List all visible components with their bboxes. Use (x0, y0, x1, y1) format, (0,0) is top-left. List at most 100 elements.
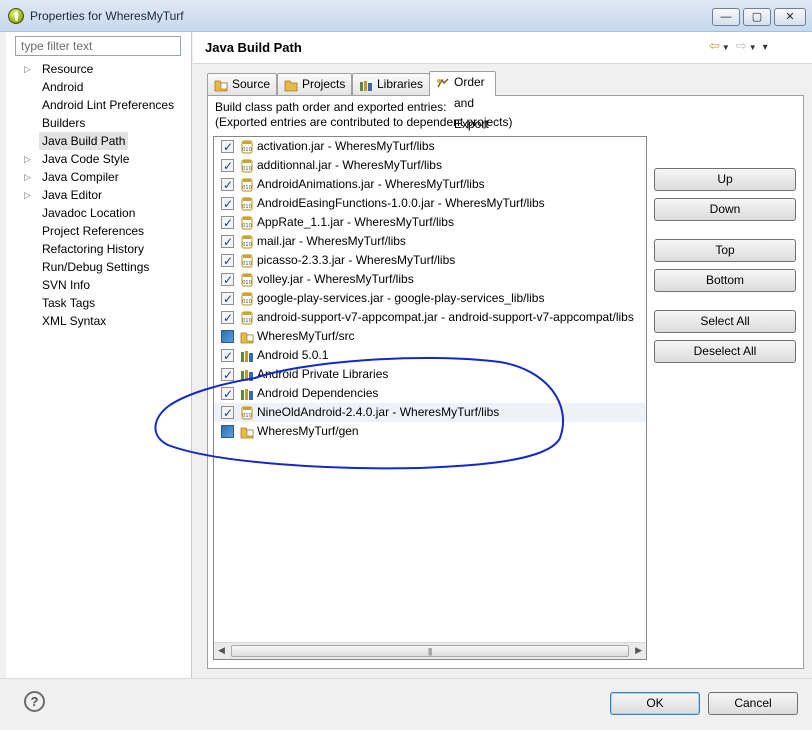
export-checkbox[interactable] (221, 176, 234, 195)
sidebar-item[interactable]: ▷ Java Editor (6, 186, 192, 204)
tab-projects[interactable]: Projects (277, 73, 353, 95)
library-container-icon (240, 349, 254, 363)
scroll-left-arrow-icon[interactable]: ◀ (218, 645, 225, 656)
classpath-entry-row[interactable]: 010 mail.jar - WheresMyTurf/libs (214, 232, 646, 252)
sidebar-item[interactable]: XML Syntax (6, 312, 192, 330)
classpath-entry-row[interactable]: Android 5.0.1 (214, 346, 646, 366)
top-button[interactable]: Top (654, 239, 796, 262)
tab-source[interactable]: Source (207, 73, 278, 95)
expand-arrow-icon[interactable]: ▷ (24, 168, 31, 186)
sidebar-item[interactable]: ▷ Java Code Style (6, 150, 192, 168)
tab-libraries[interactable]: Libraries (352, 73, 431, 95)
expand-arrow-icon[interactable]: ▷ (24, 60, 31, 78)
classpath-entries-list[interactable]: 010activation.jar - WheresMyTurf/libs010… (213, 136, 647, 660)
sidebar-item[interactable]: ▷ Resource (6, 60, 192, 78)
back-menu-chevron-icon[interactable]: ▼ (722, 43, 730, 52)
export-checkbox[interactable] (221, 290, 234, 309)
export-checkbox[interactable] (221, 157, 234, 176)
sidebar-item[interactable]: Run/Debug Settings (6, 258, 192, 276)
entry-label: google-play-services.jar - google-play-s… (257, 291, 545, 305)
sidebar-item-label: Java Editor (42, 188, 103, 202)
svg-text:010: 010 (242, 185, 252, 191)
classpath-entry-row[interactable]: 010 volley.jar - WheresMyTurf/libs (214, 270, 646, 290)
svg-text:010: 010 (242, 280, 252, 286)
entry-label: WheresMyTurf/src (257, 329, 355, 343)
ok-button[interactable]: OK (610, 692, 700, 715)
export-checkbox[interactable] (221, 271, 234, 290)
projects-icon (284, 78, 298, 92)
up-button[interactable]: Up (654, 168, 796, 191)
export-checkbox[interactable] (221, 195, 234, 214)
classpath-entry-row[interactable]: 010 picasso-2.3.3.jar - WheresMyTurf/libs (214, 251, 646, 271)
jar-icon: 010 (240, 216, 254, 230)
forward-arrow-icon[interactable]: ⇨ (736, 38, 747, 53)
sidebar-item[interactable]: SVN Info (6, 276, 192, 294)
classpath-entry-row[interactable]: 010 NineOldAndroid-2.4.0.jar - WheresMyTu… (214, 403, 646, 423)
export-checkbox[interactable] (221, 385, 234, 404)
export-checkbox[interactable] (221, 138, 234, 157)
classpath-entry-row[interactable]: WheresMyTurf/gen (214, 422, 646, 441)
sidebar-item[interactable]: Project References (6, 222, 192, 240)
sidebar-item-label: XML Syntax (42, 314, 107, 328)
export-checkbox[interactable] (221, 425, 234, 438)
classpath-entry-row[interactable]: 010 AndroidAnimations.jar - WheresMyTurf/… (214, 175, 646, 195)
forward-menu-chevron-icon[interactable]: ▼ (749, 43, 757, 52)
deselect-all-button[interactable]: Deselect All (654, 340, 796, 363)
classpath-entry-row[interactable]: WheresMyTurf/src (214, 327, 646, 346)
export-checkbox[interactable] (221, 233, 234, 252)
classpath-entry-row[interactable]: 010 AppRate_1.1.jar - WheresMyTurf/libs (214, 213, 646, 233)
export-checkbox[interactable] (221, 366, 234, 385)
sidebar-item[interactable]: Android Lint Preferences (6, 96, 192, 114)
library-container-icon (240, 368, 254, 382)
expand-arrow-icon[interactable]: ▷ (24, 186, 31, 204)
back-arrow-icon[interactable]: ⇦ (709, 38, 720, 53)
classpath-entry-row[interactable]: 010 AndroidEasingFunctions-1.0.0.jar - Wh… (214, 194, 646, 214)
sidebar-item-label: Refactoring History (42, 242, 145, 256)
down-button[interactable]: Down (654, 198, 796, 221)
sidebar-item[interactable]: Android (6, 78, 192, 96)
bottom-button[interactable]: Bottom (654, 269, 796, 292)
sidebar-item[interactable]: Builders (6, 114, 192, 132)
svg-text:010: 010 (242, 318, 252, 324)
horizontal-scrollbar[interactable]: ◀ ||| ▶ (214, 642, 646, 659)
sidebar-item[interactable]: Javadoc Location (6, 204, 192, 222)
sidebar-item[interactable]: Refactoring History (6, 240, 192, 258)
jar-icon: 010 (240, 178, 254, 192)
classpath-entry-row[interactable]: 010 android-support-v7-appcompat.jar - an… (214, 308, 646, 328)
export-checkbox[interactable] (221, 214, 234, 233)
classpath-entry-row[interactable]: 010 google-play-services.jar - google-pla… (214, 289, 646, 309)
sidebar-item[interactable]: Task Tags (6, 294, 192, 312)
jar-icon: 010 (240, 159, 254, 173)
sidebar-item[interactable]: Java Build Path (6, 132, 192, 150)
tab-label: Source (232, 77, 271, 91)
scroll-right-arrow-icon[interactable]: ▶ (635, 645, 642, 656)
scrollbar-thumb[interactable]: ||| (231, 645, 629, 657)
close-button[interactable]: ✕ (774, 8, 806, 26)
classpath-entry-row[interactable]: 010 activation.jar - WheresMyTurf/libs (214, 137, 646, 157)
export-checkbox[interactable] (221, 252, 234, 271)
select-all-button[interactable]: Select All (654, 310, 796, 333)
eclipse-app-icon (8, 8, 24, 24)
classpath-entry-row[interactable]: Android Dependencies (214, 384, 646, 404)
filter-input[interactable] (15, 36, 181, 56)
view-menu-chevron-icon[interactable]: ▾ (763, 42, 768, 53)
svg-text:010: 010 (242, 204, 252, 210)
export-checkbox[interactable] (221, 330, 234, 343)
expand-arrow-icon[interactable]: ▷ (24, 150, 31, 168)
minimize-button[interactable]: — (712, 8, 740, 26)
cancel-button[interactable]: Cancel (708, 692, 798, 715)
help-icon[interactable]: ? (24, 691, 45, 712)
jar-icon: 010 (240, 197, 254, 211)
export-checkbox[interactable] (221, 347, 234, 366)
tab-order-and-export[interactable]: Order and Export (429, 71, 496, 131)
entry-label: Android Private Libraries (257, 367, 389, 381)
jar-icon: 010 (240, 140, 254, 154)
classpath-entry-row[interactable]: 010 additionnal.jar - WheresMyTurf/libs (214, 156, 646, 176)
export-checkbox[interactable] (221, 309, 234, 328)
export-checkbox[interactable] (221, 404, 234, 423)
jar-icon: 010 (240, 292, 254, 306)
sidebar-item[interactable]: ▷ Java Compiler (6, 168, 192, 186)
classpath-entry-row[interactable]: Android Private Libraries (214, 365, 646, 385)
entry-label: AppRate_1.1.jar - WheresMyTurf/libs (257, 215, 454, 229)
maximize-button[interactable]: ▢ (743, 8, 771, 26)
